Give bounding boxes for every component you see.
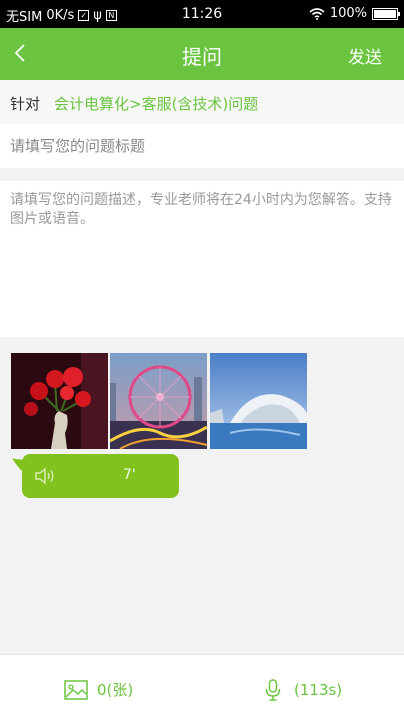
voice-message-bubble[interactable]: 7' [22,454,179,498]
app-header: 提问 发送 [0,28,404,80]
target-row: 针对 会计电算化>客服(含技术)问题 [0,80,404,124]
image-count: 0(张) [97,681,134,699]
speaker-icon [35,467,54,485]
image-icon [64,679,88,700]
architecture-photo [210,353,307,449]
ferris-wheel-photo [110,353,207,449]
battery-percent: 100% [329,6,367,21]
voice-seconds: (113s) [294,681,343,699]
attachment-image-ferris-wheel[interactable] [110,353,207,449]
status-right: 100% [309,6,400,21]
page-title: 提问 [182,45,222,69]
attachment-image-architecture[interactable] [210,353,307,449]
wifi-icon [309,7,325,20]
add-image-button[interactable]: 0(张) [64,679,133,700]
question-description-input[interactable] [0,181,404,337]
voice-duration: 7' [123,467,136,483]
status-bar: 无SIM 0K/s ✓ ψ N 11:26 100% [0,0,404,28]
bottom-toolbar: 0(张) (113s) [0,654,404,727]
target-category-link[interactable]: 会计电算化>客服(含技术)问题 [54,93,258,114]
send-button[interactable]: 发送 [348,43,382,68]
microphone-icon [265,679,281,701]
red-flowers-photo [11,353,108,449]
question-title-input[interactable] [0,124,404,168]
target-label: 针对 [10,95,41,113]
attachment-image-flowers[interactable] [11,353,108,449]
battery-icon [372,7,400,20]
record-voice-button[interactable]: (113s) [265,679,342,701]
